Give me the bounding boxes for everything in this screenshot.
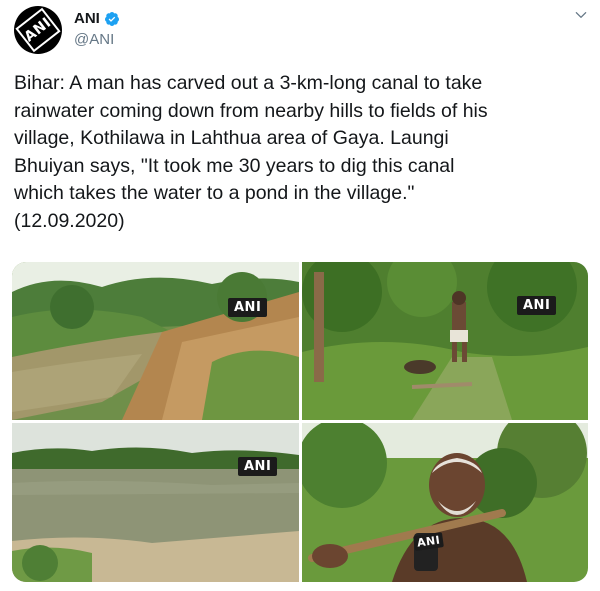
- photo-laungi-bhuiyan[interactable]: ANI: [302, 423, 588, 582]
- avatar-logo: ANI: [15, 7, 61, 53]
- watermark: ANI: [517, 296, 557, 315]
- display-name[interactable]: ANI: [74, 10, 100, 27]
- watermark: ANI: [228, 298, 268, 317]
- photo-canal-water[interactable]: ANI: [12, 262, 299, 420]
- watermark: ANI: [238, 457, 278, 476]
- name-row: ANI: [74, 10, 120, 27]
- photo-village-pond[interactable]: ANI: [12, 423, 299, 582]
- handle[interactable]: @ANI: [74, 31, 114, 48]
- avatar[interactable]: ANI: [14, 6, 62, 54]
- media-grid: ANI ANI ANI ANI: [12, 262, 588, 582]
- verified-badge-icon: [104, 11, 119, 26]
- tweet-header: ANI ANI @ANI: [14, 6, 588, 56]
- photo-man-digging[interactable]: ANI: [302, 262, 588, 420]
- tweet-text: Bihar: A man has carved out a 3-km-long …: [14, 72, 488, 232]
- chevron-down-icon[interactable]: [574, 8, 588, 22]
